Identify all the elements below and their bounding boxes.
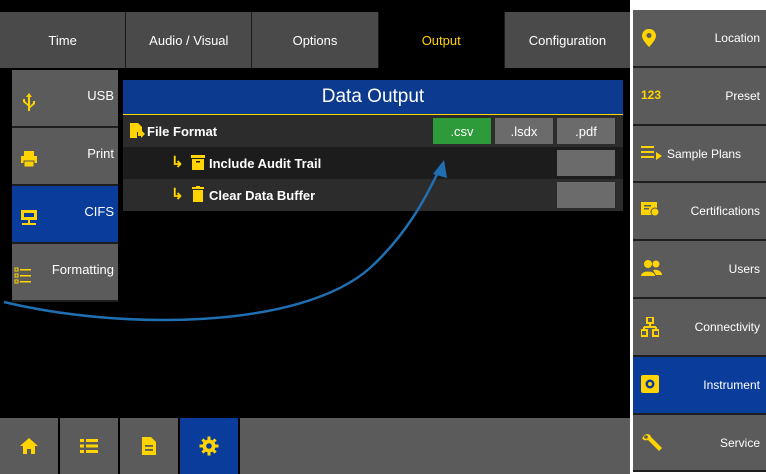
settings-button[interactable] (180, 418, 238, 474)
instrument-gear-icon (641, 374, 663, 395)
left-nav: USB Print CIFS Formatting (12, 70, 118, 302)
tab-label: Configuration (528, 32, 607, 48)
left-nav-label: CIFS (84, 204, 114, 219)
main-screen: Time Audio / Visual Options Output Confi… (0, 0, 631, 474)
right-nav-label: Connectivity (694, 319, 760, 334)
network-share-icon (20, 208, 38, 226)
include-audit-trail-row: ↳ Include Audit Trail (123, 147, 623, 179)
right-nav-label: Preset (725, 88, 760, 103)
archive-icon (191, 155, 205, 170)
right-nav-label: Sample Plans (667, 146, 742, 161)
clear-data-buffer-row: ↳ Clear Data Buffer (123, 179, 623, 211)
format-lsdx-button[interactable]: .lsdx (495, 118, 553, 144)
file-format-label: File Format (147, 124, 218, 139)
network-icon (641, 316, 663, 337)
tab-configuration[interactable]: Configuration (504, 12, 631, 68)
wrench-icon (641, 433, 663, 453)
sub-arrow-icon: ↳ (171, 186, 184, 203)
bottom-bar (0, 400, 630, 474)
tab-label: Options (292, 32, 338, 48)
right-nav-service[interactable]: Service (633, 414, 766, 473)
printer-icon (20, 150, 38, 168)
right-nav-instrument[interactable]: Instrument (633, 356, 766, 415)
document-icon (141, 436, 157, 456)
tab-label: Output (421, 32, 461, 48)
left-nav-cifs[interactable]: CIFS (12, 186, 118, 244)
left-nav-label: Print (87, 146, 114, 161)
left-nav-label: Formatting (51, 262, 114, 277)
usb-icon (20, 92, 38, 111)
users-icon (641, 259, 663, 279)
list-format-icon (14, 266, 32, 284)
right-nav-label: Instrument (703, 377, 760, 392)
list-icon (80, 438, 98, 454)
format-csv-button[interactable]: .csv (433, 118, 491, 144)
left-nav-formatting[interactable]: Formatting (12, 244, 118, 302)
include-audit-trail-label: Include Audit Trail (209, 156, 322, 171)
tab-output[interactable]: Output (378, 12, 505, 68)
file-format-row: File Format .csv .lsdx .pdf (123, 115, 623, 147)
top-tab-bar: Time Audio / Visual Options Output Confi… (0, 12, 631, 68)
panel-title: Data Output (123, 80, 623, 115)
file-export-icon (129, 122, 145, 140)
right-nav-label: Location (714, 31, 760, 45)
document-button[interactable] (120, 418, 178, 474)
right-nav-label: Certifications (690, 204, 760, 219)
settings-gear-icon (199, 436, 219, 456)
left-nav-label: USB (87, 88, 114, 103)
include-audit-trail-toggle[interactable] (557, 150, 615, 176)
left-nav-usb[interactable]: USB (12, 70, 118, 128)
tab-options[interactable]: Options (252, 12, 379, 68)
clear-data-buffer-toggle[interactable] (557, 182, 615, 208)
left-nav-print[interactable]: Print (12, 128, 118, 186)
location-pin-icon (641, 28, 663, 48)
clear-data-buffer-label: Clear Data Buffer (209, 188, 316, 203)
bottom-bar-empty-area (240, 418, 630, 474)
right-nav-preset[interactable]: 123 Preset (633, 67, 766, 126)
right-nav-users[interactable]: Users (633, 241, 766, 299)
right-nav: Location 123 Preset Sample Plans Certifi… (633, 10, 766, 473)
numbers-123-icon: 123 (641, 87, 662, 102)
tab-audio-visual[interactable]: Audio / Visual (126, 12, 253, 68)
home-button[interactable] (0, 418, 58, 474)
right-nav-label: Users (728, 262, 760, 277)
tab-time[interactable]: Time (0, 12, 127, 68)
home-icon (19, 437, 39, 455)
tab-label: Audio / Visual (149, 32, 229, 48)
right-nav-connectivity[interactable]: Connectivity (633, 298, 766, 357)
list-button[interactable] (60, 418, 118, 474)
sample-plans-icon (641, 144, 663, 164)
format-pdf-button[interactable]: .pdf (557, 118, 615, 144)
certificate-icon (641, 201, 663, 221)
tab-label: Time (48, 32, 77, 48)
data-output-panel: Data Output File Format .csv .lsdx .pdf … (123, 80, 623, 211)
sub-arrow-icon: ↳ (171, 154, 184, 171)
right-nav-label: Service (719, 435, 760, 450)
right-nav-location[interactable]: Location (633, 10, 766, 68)
right-nav-certifications[interactable]: Certifications (633, 183, 766, 242)
right-nav-sample-plans[interactable]: Sample Plans (633, 125, 766, 184)
trash-icon (192, 186, 204, 202)
